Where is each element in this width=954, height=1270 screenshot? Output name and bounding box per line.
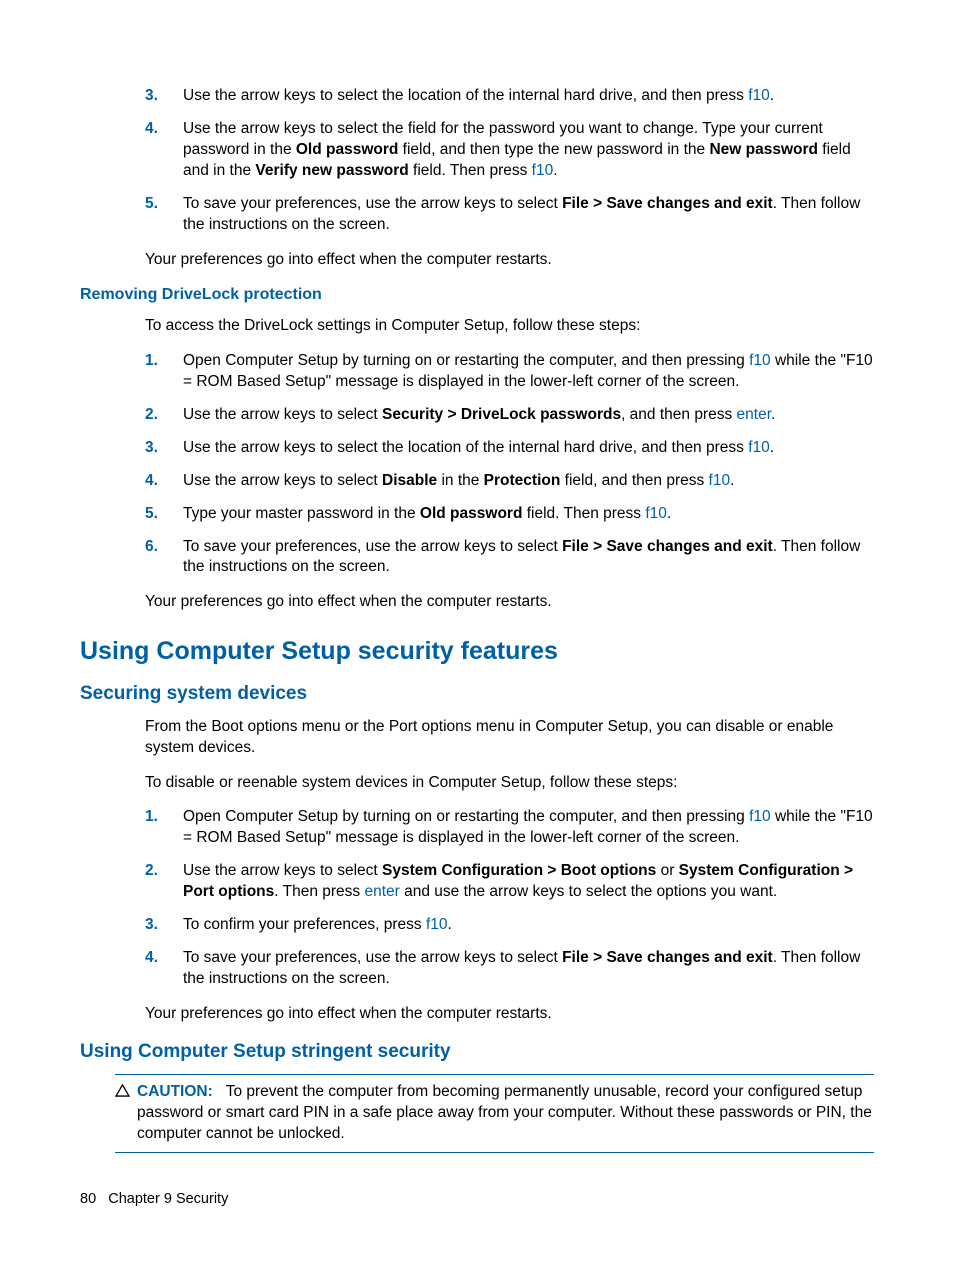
key-f10: f10 bbox=[749, 352, 771, 369]
list-item: 3. Use the arrow keys to select the loca… bbox=[145, 86, 874, 107]
list-item: 6. To save your preferences, use the arr… bbox=[145, 537, 874, 579]
step-number: 3. bbox=[145, 915, 183, 936]
list-item: 4. To save your preferences, use the arr… bbox=[145, 948, 874, 990]
step-number: 5. bbox=[145, 504, 183, 525]
step-text: Open Computer Setup by turning on or res… bbox=[183, 807, 874, 849]
chapter-label: Chapter 9 Security bbox=[108, 1191, 228, 1207]
heading-stringent-security: Using Computer Setup stringent security bbox=[80, 1039, 874, 1065]
step-text: Use the arrow keys to select the locatio… bbox=[183, 86, 874, 107]
step-number: 4. bbox=[145, 948, 183, 969]
step-number: 1. bbox=[145, 807, 183, 828]
step-text: To save your preferences, use the arrow … bbox=[183, 537, 874, 579]
step-number: 1. bbox=[145, 351, 183, 372]
list-item: 3. Use the arrow keys to select the loca… bbox=[145, 438, 874, 459]
list-item: 4. Use the arrow keys to select the fiel… bbox=[145, 119, 874, 182]
key-f10: f10 bbox=[709, 472, 731, 489]
step-number: 3. bbox=[145, 86, 183, 107]
step-list-securing: 1. Open Computer Setup by turning on or … bbox=[145, 807, 874, 989]
key-enter: enter bbox=[737, 406, 771, 423]
paragraph: Your preferences go into effect when the… bbox=[145, 592, 874, 613]
step-number: 4. bbox=[145, 471, 183, 492]
heading-removing-drivelock: Removing DriveLock protection bbox=[80, 284, 874, 306]
step-number: 6. bbox=[145, 537, 183, 558]
step-number: 2. bbox=[145, 861, 183, 882]
caution-text: CAUTION: To prevent the computer from be… bbox=[137, 1082, 874, 1145]
step-number: 3. bbox=[145, 438, 183, 459]
paragraph: To access the DriveLock settings in Comp… bbox=[145, 316, 874, 337]
heading-securing-system-devices: Securing system devices bbox=[80, 681, 874, 707]
page-number: 80 bbox=[80, 1191, 96, 1207]
key-f10: f10 bbox=[426, 916, 448, 933]
step-text: Open Computer Setup by turning on or res… bbox=[183, 351, 874, 393]
paragraph: From the Boot options menu or the Port o… bbox=[145, 717, 874, 759]
heading-using-security-features: Using Computer Setup security features bbox=[80, 635, 874, 669]
step-text: To save your preferences, use the arrow … bbox=[183, 194, 874, 236]
step-text: Use the arrow keys to select the field f… bbox=[183, 119, 874, 182]
list-item: 2. Use the arrow keys to select System C… bbox=[145, 861, 874, 903]
key-f10: f10 bbox=[748, 87, 770, 104]
step-number: 5. bbox=[145, 194, 183, 215]
caution-icon bbox=[115, 1082, 137, 1103]
key-f10: f10 bbox=[749, 808, 771, 825]
paragraph: Your preferences go into effect when the… bbox=[145, 1004, 874, 1025]
step-text: To confirm your preferences, press f10. bbox=[183, 915, 874, 936]
key-enter: enter bbox=[364, 883, 399, 900]
list-item: 3. To confirm your preferences, press f1… bbox=[145, 915, 874, 936]
step-text: Use the arrow keys to select Disable in … bbox=[183, 471, 874, 492]
step-list-removing: 1. Open Computer Setup by turning on or … bbox=[145, 351, 874, 578]
step-number: 2. bbox=[145, 405, 183, 426]
page-footer: 80 Chapter 9 Security bbox=[80, 1190, 228, 1210]
step-text: Use the arrow keys to select Security > … bbox=[183, 405, 874, 426]
paragraph: Your preferences go into effect when the… bbox=[145, 250, 874, 271]
step-list-top: 3. Use the arrow keys to select the loca… bbox=[145, 86, 874, 236]
step-text: To save your preferences, use the arrow … bbox=[183, 948, 874, 990]
caution-box: CAUTION: To prevent the computer from be… bbox=[115, 1074, 874, 1153]
key-f10: f10 bbox=[748, 439, 770, 456]
list-item: 1. Open Computer Setup by turning on or … bbox=[145, 351, 874, 393]
list-item: 5. To save your preferences, use the arr… bbox=[145, 194, 874, 236]
step-number: 4. bbox=[145, 119, 183, 140]
step-text: Use the arrow keys to select the locatio… bbox=[183, 438, 874, 459]
paragraph: To disable or reenable system devices in… bbox=[145, 773, 874, 794]
list-item: 1. Open Computer Setup by turning on or … bbox=[145, 807, 874, 849]
key-f10: f10 bbox=[532, 162, 554, 179]
list-item: 2. Use the arrow keys to select Security… bbox=[145, 405, 874, 426]
list-item: 5. Type your master password in the Old … bbox=[145, 504, 874, 525]
step-text: Type your master password in the Old pas… bbox=[183, 504, 874, 525]
list-item: 4. Use the arrow keys to select Disable … bbox=[145, 471, 874, 492]
step-text: Use the arrow keys to select System Conf… bbox=[183, 861, 874, 903]
key-f10: f10 bbox=[645, 505, 667, 522]
